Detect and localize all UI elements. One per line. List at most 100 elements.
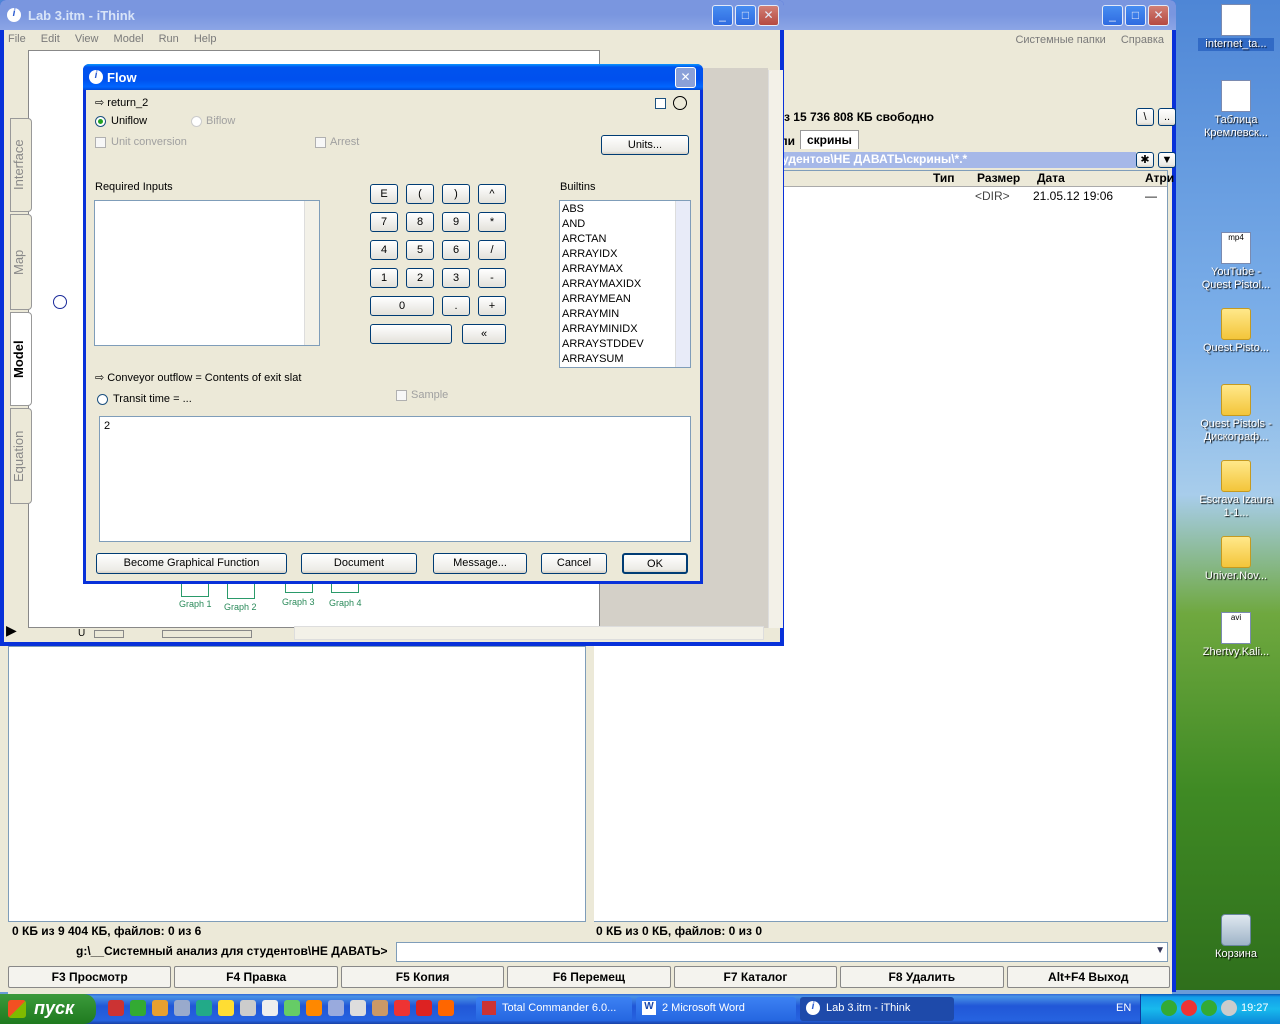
- key-decimal[interactable]: .: [442, 296, 470, 316]
- f8-delete-button[interactable]: F8 Удалить: [840, 966, 1004, 988]
- transit-time-radio[interactable]: [97, 394, 108, 405]
- list-item[interactable]: ARRAYMINIDX: [562, 322, 688, 337]
- tab-screens[interactable]: скрины: [800, 130, 859, 149]
- menu-edit[interactable]: Edit: [41, 33, 60, 45]
- f4-edit-button[interactable]: F4 Правка: [174, 966, 338, 988]
- menu-help[interactable]: Help: [194, 33, 217, 45]
- list-item[interactable]: ARRAYSUM: [562, 352, 688, 367]
- maximize-button[interactable]: □: [735, 5, 756, 26]
- list-item[interactable]: ARRAYMAXIDX: [562, 277, 688, 292]
- f3-view-button[interactable]: F3 Просмотр: [8, 966, 172, 988]
- desktop-icon-recycle[interactable]: Корзина: [1198, 914, 1274, 961]
- flow-option-checkbox[interactable]: [655, 98, 666, 109]
- list-item[interactable]: ARRAYMAX: [562, 262, 688, 277]
- tab-interface[interactable]: Interface: [10, 118, 32, 212]
- quicklaunch-icon[interactable]: [130, 1000, 146, 1016]
- cancel-button[interactable]: Cancel: [541, 553, 607, 574]
- key-plus[interactable]: +: [478, 296, 506, 316]
- list-item[interactable]: ARRAYSTDDEV: [562, 337, 688, 352]
- sample-checkbox[interactable]: [396, 390, 407, 401]
- maximize-button[interactable]: □: [1125, 5, 1146, 26]
- key-open-paren[interactable]: (: [406, 184, 434, 204]
- col-date[interactable]: Дата: [1037, 171, 1065, 185]
- col-type[interactable]: Тип: [933, 171, 955, 185]
- key-6[interactable]: 6: [442, 240, 470, 260]
- tab-model[interactable]: Model: [10, 312, 32, 406]
- vertical-scrollbar[interactable]: [304, 201, 319, 345]
- ok-button[interactable]: OK: [622, 553, 688, 574]
- col-attr[interactable]: Атри: [1145, 171, 1174, 185]
- list-item[interactable]: ARCTAN: [562, 232, 688, 247]
- minimize-button[interactable]: _: [1102, 5, 1123, 26]
- chevron-down-icon[interactable]: ▼: [1155, 945, 1165, 956]
- menu-view[interactable]: View: [75, 33, 99, 45]
- key-1[interactable]: 1: [370, 268, 398, 288]
- vertical-scrollbar[interactable]: [768, 70, 783, 628]
- arrest-checkbox[interactable]: [315, 137, 326, 148]
- biflow-radio[interactable]: [191, 116, 202, 127]
- time-slider[interactable]: [162, 630, 252, 638]
- vertical-scrollbar[interactable]: [675, 201, 690, 367]
- tray-icon[interactable]: [1201, 1000, 1217, 1016]
- speed-slider[interactable]: [94, 630, 124, 638]
- ithink-titlebar[interactable]: Lab 3.itm - iThink: [0, 0, 784, 30]
- list-item[interactable]: ARRAYMIN: [562, 307, 688, 322]
- root-button[interactable]: \: [1136, 108, 1154, 126]
- key-e[interactable]: E: [370, 184, 398, 204]
- tray-icon[interactable]: [1161, 1000, 1177, 1016]
- tab-map[interactable]: Map: [10, 214, 32, 310]
- flow-titlebar[interactable]: Flow: [83, 64, 703, 90]
- clock[interactable]: 19:27: [1241, 1002, 1269, 1014]
- quicklaunch-icon[interactable]: [328, 1000, 344, 1016]
- quicklaunch-icon[interactable]: [350, 1000, 366, 1016]
- desktop-icon-folder[interactable]: Quest Pistols - Дискограф...: [1198, 384, 1274, 444]
- desktop-icon-video[interactable]: mp4 YouTube - Quest Pistol...: [1198, 232, 1274, 292]
- dropdown-button[interactable]: ▼: [1158, 152, 1176, 168]
- key-close-paren[interactable]: ): [442, 184, 470, 204]
- equation-textarea[interactable]: 2: [99, 416, 691, 542]
- close-button[interactable]: ✕: [675, 67, 696, 88]
- key-7[interactable]: 7: [370, 212, 398, 232]
- document-button[interactable]: Document: [301, 553, 417, 574]
- run-icon[interactable]: ▶: [6, 622, 26, 640]
- quicklaunch-icon[interactable]: [196, 1000, 212, 1016]
- f5-copy-button[interactable]: F5 Копия: [340, 966, 505, 988]
- key-blank[interactable]: [370, 324, 452, 344]
- desktop-icon-folder[interactable]: Univer.Nov...: [1198, 536, 1274, 583]
- alt-f4-exit-button[interactable]: Alt+F4 Выход: [1006, 966, 1170, 988]
- quicklaunch-icon[interactable]: [284, 1000, 300, 1016]
- close-button[interactable]: ✕: [1148, 5, 1169, 26]
- builtins-list[interactable]: ABS AND ARCTAN ARRAYIDX ARRAYMAX ARRAYMA…: [559, 200, 691, 368]
- tab-equation[interactable]: Equation: [10, 408, 32, 504]
- run-controls[interactable]: U: [30, 628, 90, 642]
- key-power[interactable]: ^: [478, 184, 506, 204]
- list-item[interactable]: ARRAYMEAN: [562, 292, 688, 307]
- key-9[interactable]: 9: [442, 212, 470, 232]
- menu-model[interactable]: Model: [114, 33, 144, 45]
- converter-icon[interactable]: [53, 295, 67, 309]
- quicklaunch-icon[interactable]: [218, 1000, 234, 1016]
- key-0[interactable]: 0: [370, 296, 434, 316]
- tc-splitter[interactable]: [586, 646, 594, 926]
- quicklaunch-icon[interactable]: [306, 1000, 322, 1016]
- desktop-icon-doc[interactable]: Таблица Кремлевск...: [1198, 80, 1274, 140]
- quicklaunch-icon[interactable]: [240, 1000, 256, 1016]
- minimize-button[interactable]: _: [712, 5, 733, 26]
- task-ithink[interactable]: i Lab 3.itm - iThink: [800, 997, 954, 1021]
- become-graphical-function-button[interactable]: Become Graphical Function: [96, 553, 287, 574]
- desktop-icon-folder[interactable]: Escrava Izaura 1-1...: [1198, 460, 1274, 520]
- converter-icon[interactable]: [673, 96, 687, 110]
- tray-icon[interactable]: [1181, 1000, 1197, 1016]
- menu-system-folders[interactable]: Системные папки: [1015, 34, 1105, 46]
- col-size[interactable]: Размер: [977, 171, 1020, 185]
- key-3[interactable]: 3: [442, 268, 470, 288]
- horizontal-scrollbar[interactable]: [294, 626, 764, 640]
- f6-move-button[interactable]: F6 Перемещ: [507, 966, 671, 988]
- key-5[interactable]: 5: [406, 240, 434, 260]
- list-item[interactable]: ABS: [562, 202, 688, 217]
- history-button[interactable]: ✱: [1136, 152, 1154, 168]
- close-button[interactable]: ✕: [758, 5, 779, 26]
- key-8[interactable]: 8: [406, 212, 434, 232]
- unit-conversion-checkbox[interactable]: [95, 137, 106, 148]
- quicklaunch-icon[interactable]: [394, 1000, 410, 1016]
